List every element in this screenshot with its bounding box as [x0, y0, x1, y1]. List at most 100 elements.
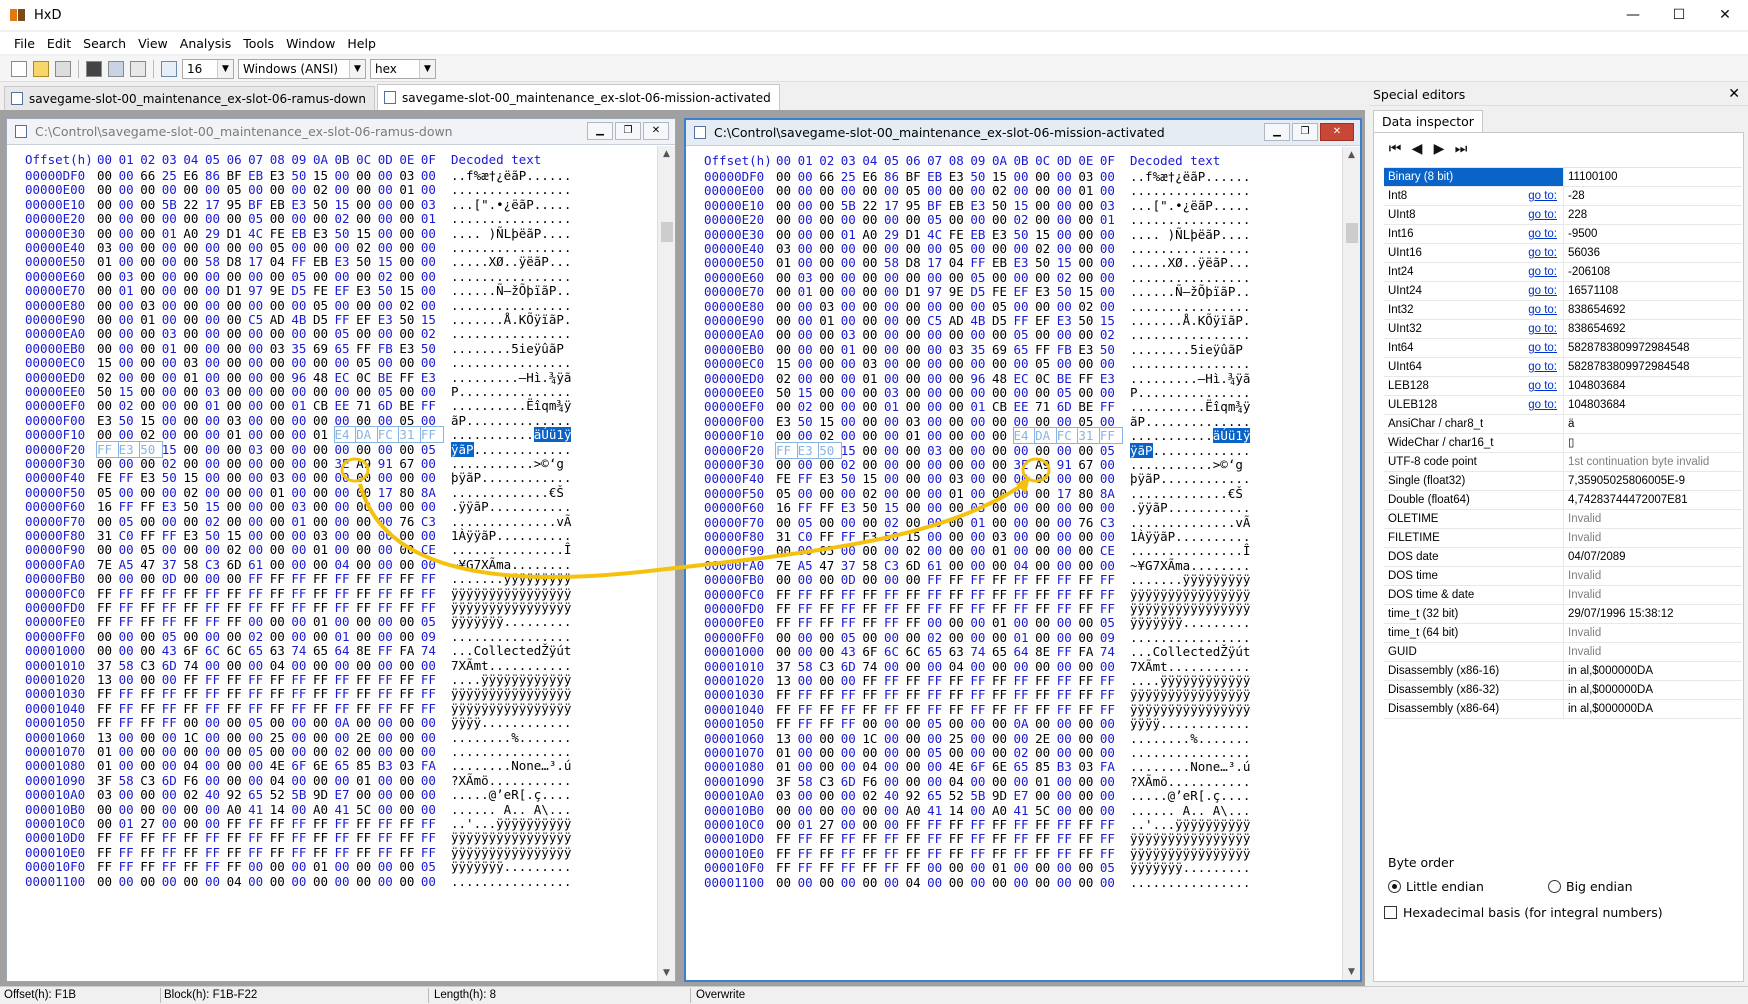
row-bytes[interactable]: 00 00 00 05 00 00 00 02 00 00 00 01 00 00 00 09: [776, 630, 1122, 645]
inspector-value[interactable]: in al,$000000DA: [1564, 700, 1742, 718]
go-to-link[interactable]: go to:: [1528, 206, 1557, 224]
radio-selected-icon[interactable]: [1388, 880, 1401, 893]
row-bytes[interactable]: FF FF FF FF 00 00 00 05 00 00 00 0A 00 00 00 00: [97, 715, 443, 730]
row-bytes[interactable]: FF E3 50 15 00 00 00 03 00 00 00 00 00 00 00 05: [775, 441, 1122, 459]
row-bytes[interactable]: 00 05 00 00 00 02 00 00 00 01 00 00 00 00 76 C3: [776, 515, 1122, 530]
row-decoded-text[interactable]: ................: [1130, 270, 1250, 285]
row-bytes[interactable]: FF FF FF FF FF FF FF 00 00 00 01 00 00 00 00 05: [776, 860, 1122, 875]
row-bytes[interactable]: 01 00 00 00 00 58 D8 17 04 FF EB E3 50 15 00 00: [776, 255, 1122, 270]
row-decoded-text[interactable]: ......Ñ—žÕþïãP..: [1130, 284, 1250, 299]
inspector-row[interactable]: UInt64 go to: 5828783809972984548: [1384, 358, 1742, 377]
hex-editor-ramus-down[interactable]: C:\Control\savegame-slot-00_maintenance_…: [6, 118, 676, 982]
row-bytes[interactable]: 00 00 03 00 00 00 00 00 00 00 05 00 00 00 02 00: [97, 298, 443, 313]
little-endian-radio[interactable]: Little endian: [1388, 879, 1484, 894]
row-decoded-text[interactable]: .......ÿÿÿÿÿÿÿÿÿ: [451, 571, 571, 586]
row-decoded-text[interactable]: ÿÿÿÿÿÿÿÿÿÿÿÿÿÿÿÿ: [451, 830, 571, 845]
scroll-down-icon[interactable]: ▼: [1343, 964, 1360, 980]
row-decoded-text[interactable]: ................: [1130, 183, 1250, 198]
row-decoded-text[interactable]: þÿãP............: [451, 470, 571, 485]
row-decoded-text[interactable]: .......Å.KÕÿïãP.: [451, 312, 571, 327]
row-bytes[interactable]: 00 00 00 00 00 00 04 00 00 00 00 00 00 00 00 00: [776, 875, 1122, 890]
row-bytes[interactable]: 00 01 00 00 00 00 D1 97 9E D5 FE EF E3 50 15 00: [776, 284, 1122, 299]
row-bytes[interactable]: 00 00 00 43 6F 6C 6C 65 63 74 65 64 8E FF FA 74: [776, 644, 1122, 659]
row-bytes[interactable]: 13 00 00 00 1C 00 00 00 25 00 00 00 2E 00 00 00: [776, 731, 1122, 746]
row-decoded-text[interactable]: ÿÿÿÿÿÿÿÿÿÿÿÿÿÿÿÿ: [1130, 687, 1250, 702]
row-decoded-text[interactable]: ..............vÃ: [451, 514, 571, 529]
editor-minimize-button[interactable]: ▁: [587, 122, 613, 140]
row-decoded-text[interactable]: ................: [451, 269, 571, 284]
row-decoded-text[interactable]: ................: [1130, 212, 1250, 227]
row-decoded-text[interactable]: .....XØ..ÿëãP...: [1130, 255, 1250, 270]
row-bytes[interactable]: 01 00 00 00 00 00 00 05 00 00 00 02 00 00 00 00: [97, 744, 443, 759]
inspector-row[interactable]: Int64 go to: 5828783809972984548: [1384, 339, 1742, 358]
new-file-icon[interactable]: [11, 60, 27, 77]
menu-edit[interactable]: Edit: [41, 36, 77, 51]
inspector-value[interactable]: 838654692: [1564, 320, 1742, 338]
row-bytes[interactable]: 50 15 00 00 00 03 00 00 00 00 00 00 00 05 00 00: [776, 385, 1122, 400]
row-decoded-text[interactable]: .... )ÑLþëãP....: [451, 226, 571, 241]
inspector-value[interactable]: 104803684: [1564, 396, 1742, 414]
row-decoded-text[interactable]: 1ÀÿÿãP..........: [1130, 529, 1250, 544]
row-bytes[interactable]: 13 00 00 00 FF FF FF FF FF FF FF FF FF FF FF FF: [97, 672, 443, 687]
inspector-value[interactable]: 56036: [1564, 244, 1742, 262]
tab-mission-activated[interactable]: savegame-slot-00_maintenance_ex-slot-06-…: [377, 84, 780, 110]
inspector-row[interactable]: LEB128 go to: 104803684: [1384, 377, 1742, 396]
inspector-row[interactable]: UTF-8 code point 1st continuation byte in…: [1384, 453, 1742, 472]
prev-icon[interactable]: ◀: [1406, 141, 1428, 159]
row-decoded-text[interactable]: ................: [1130, 745, 1250, 760]
row-decoded-text[interactable]: ..............vÃ: [1130, 515, 1250, 530]
row-bytes[interactable]: FF FF FF FF FF FF FF FF FF FF FF FF FF FF FF FF: [97, 701, 443, 716]
row-bytes[interactable]: 00 00 02 00 00 00 01 00 00 00 00 E4 DA FC 31 FF: [776, 427, 1123, 445]
inspector-value[interactable]: 838654692: [1564, 301, 1742, 319]
row-bytes[interactable]: 00 00 66 25 E6 86 BF EB E3 50 15 00 00 00 03 00: [776, 169, 1122, 184]
row-bytes[interactable]: 00 00 00 00 00 00 A0 41 14 00 A0 41 5C 00 00 00: [776, 803, 1122, 818]
inspector-row[interactable]: Int32 go to: 838654692: [1384, 301, 1742, 320]
inspector-value[interactable]: 104803684: [1564, 377, 1742, 395]
inspector-row[interactable]: OLETIME Invalid: [1384, 510, 1742, 529]
inspector-row[interactable]: DOS date 04/07/2089: [1384, 548, 1742, 567]
display-select[interactable]: hex ▼: [370, 58, 436, 79]
row-bytes[interactable]: 00 00 03 00 00 00 00 00 00 00 05 00 00 00 02 00: [776, 299, 1122, 314]
row-bytes[interactable]: FE FF E3 50 15 00 00 00 03 00 00 00 00 00 00 00: [776, 471, 1122, 486]
row-bytes[interactable]: 01 00 00 00 00 58 D8 17 04 FF EB E3 50 15 00 00: [97, 254, 443, 269]
inspector-value[interactable]: -28: [1564, 187, 1742, 205]
row-decoded-text[interactable]: .ÿÿãP...........: [451, 499, 571, 514]
row-bytes[interactable]: 00 00 00 02 00 00 00 00 00 00 00 3E A9 91 67 00: [97, 456, 443, 471]
row-decoded-text[interactable]: ãP..............: [451, 413, 571, 428]
row-decoded-text[interactable]: ...............Î: [451, 542, 571, 557]
row-decoded-text[interactable]: ......Ñ—žÕþïãP..: [451, 283, 571, 298]
row-decoded-text[interactable]: .ÿÿãP...........: [1130, 500, 1250, 515]
row-decoded-text[interactable]: .....@’eR[.ç....: [451, 787, 571, 802]
row-decoded-text[interactable]: ....ÿÿÿÿÿÿÿÿÿÿÿÿ: [1130, 673, 1250, 688]
go-to-link[interactable]: go to:: [1528, 320, 1557, 338]
row-decoded-text[interactable]: ...... A.. A\...: [1130, 803, 1250, 818]
go-to-link[interactable]: go to:: [1528, 339, 1557, 357]
row-bytes[interactable]: FF FF FF FF FF FF FF FF FF FF FF FF FF FF FF FF: [97, 845, 443, 860]
row-decoded-text[interactable]: ........%.......: [1130, 731, 1250, 746]
row-decoded-text[interactable]: ........5ieÿûãP: [451, 341, 564, 356]
go-to-link[interactable]: go to:: [1528, 263, 1557, 281]
row-decoded-text[interactable]: ~¥G7XÃma........: [451, 557, 571, 572]
row-bytes[interactable]: 00 05 00 00 00 02 00 00 00 01 00 00 00 00 76 C3: [97, 514, 443, 529]
row-decoded-text[interactable]: P...............: [1130, 385, 1250, 400]
row-bytes[interactable]: FF FF FF FF FF FF FF 00 00 00 01 00 00 00 00 05: [776, 615, 1122, 630]
row-decoded-text[interactable]: .......Å.KÕÿïãP.: [1130, 313, 1250, 328]
inspector-value[interactable]: 16571108: [1564, 282, 1742, 300]
row-decoded-text[interactable]: ...CollectedŽÿút: [1130, 644, 1250, 659]
first-icon[interactable]: ⏮: [1384, 141, 1406, 159]
ram-icon[interactable]: [108, 60, 124, 77]
hex-view[interactable]: Offset(h) 00 01 02 03 04 05 06 07 08 09 0A 0B 0C 0D 0E 0…: [7, 146, 657, 981]
row-bytes[interactable]: 00 01 00 00 00 00 D1 97 9E D5 FE EF E3 50 15 00: [97, 283, 443, 298]
row-bytes[interactable]: 00 00 01 00 00 00 00 C5 AD 4B D5 FF EF E3 50 15: [776, 313, 1122, 328]
row-bytes[interactable]: 00 00 00 01 00 00 00 00 03 35 69 65 FF FB E3 50: [97, 341, 443, 356]
editor-restore-button[interactable]: ❐: [1292, 123, 1318, 141]
inspector-row[interactable]: time_t (64 bit) Invalid: [1384, 624, 1742, 643]
inspector-row[interactable]: UInt32 go to: 838654692: [1384, 320, 1742, 339]
row-decoded-text[interactable]: ...[".•¿ëãP.....: [1130, 198, 1250, 213]
row-bytes[interactable]: 03 00 00 00 02 40 92 65 52 5B 9D E7 00 00 00 00: [776, 788, 1122, 803]
row-decoded-text[interactable]: .............€Š: [451, 485, 564, 500]
scroll-thumb[interactable]: [661, 222, 673, 242]
hex-editor-mission-activated[interactable]: C:\Control\savegame-slot-00_maintenance_…: [684, 118, 1362, 982]
inspector-row[interactable]: DOS time Invalid: [1384, 567, 1742, 586]
row-bytes[interactable]: 00 00 00 5B 22 17 95 BF EB E3 50 15 00 00 00 03: [97, 197, 443, 212]
